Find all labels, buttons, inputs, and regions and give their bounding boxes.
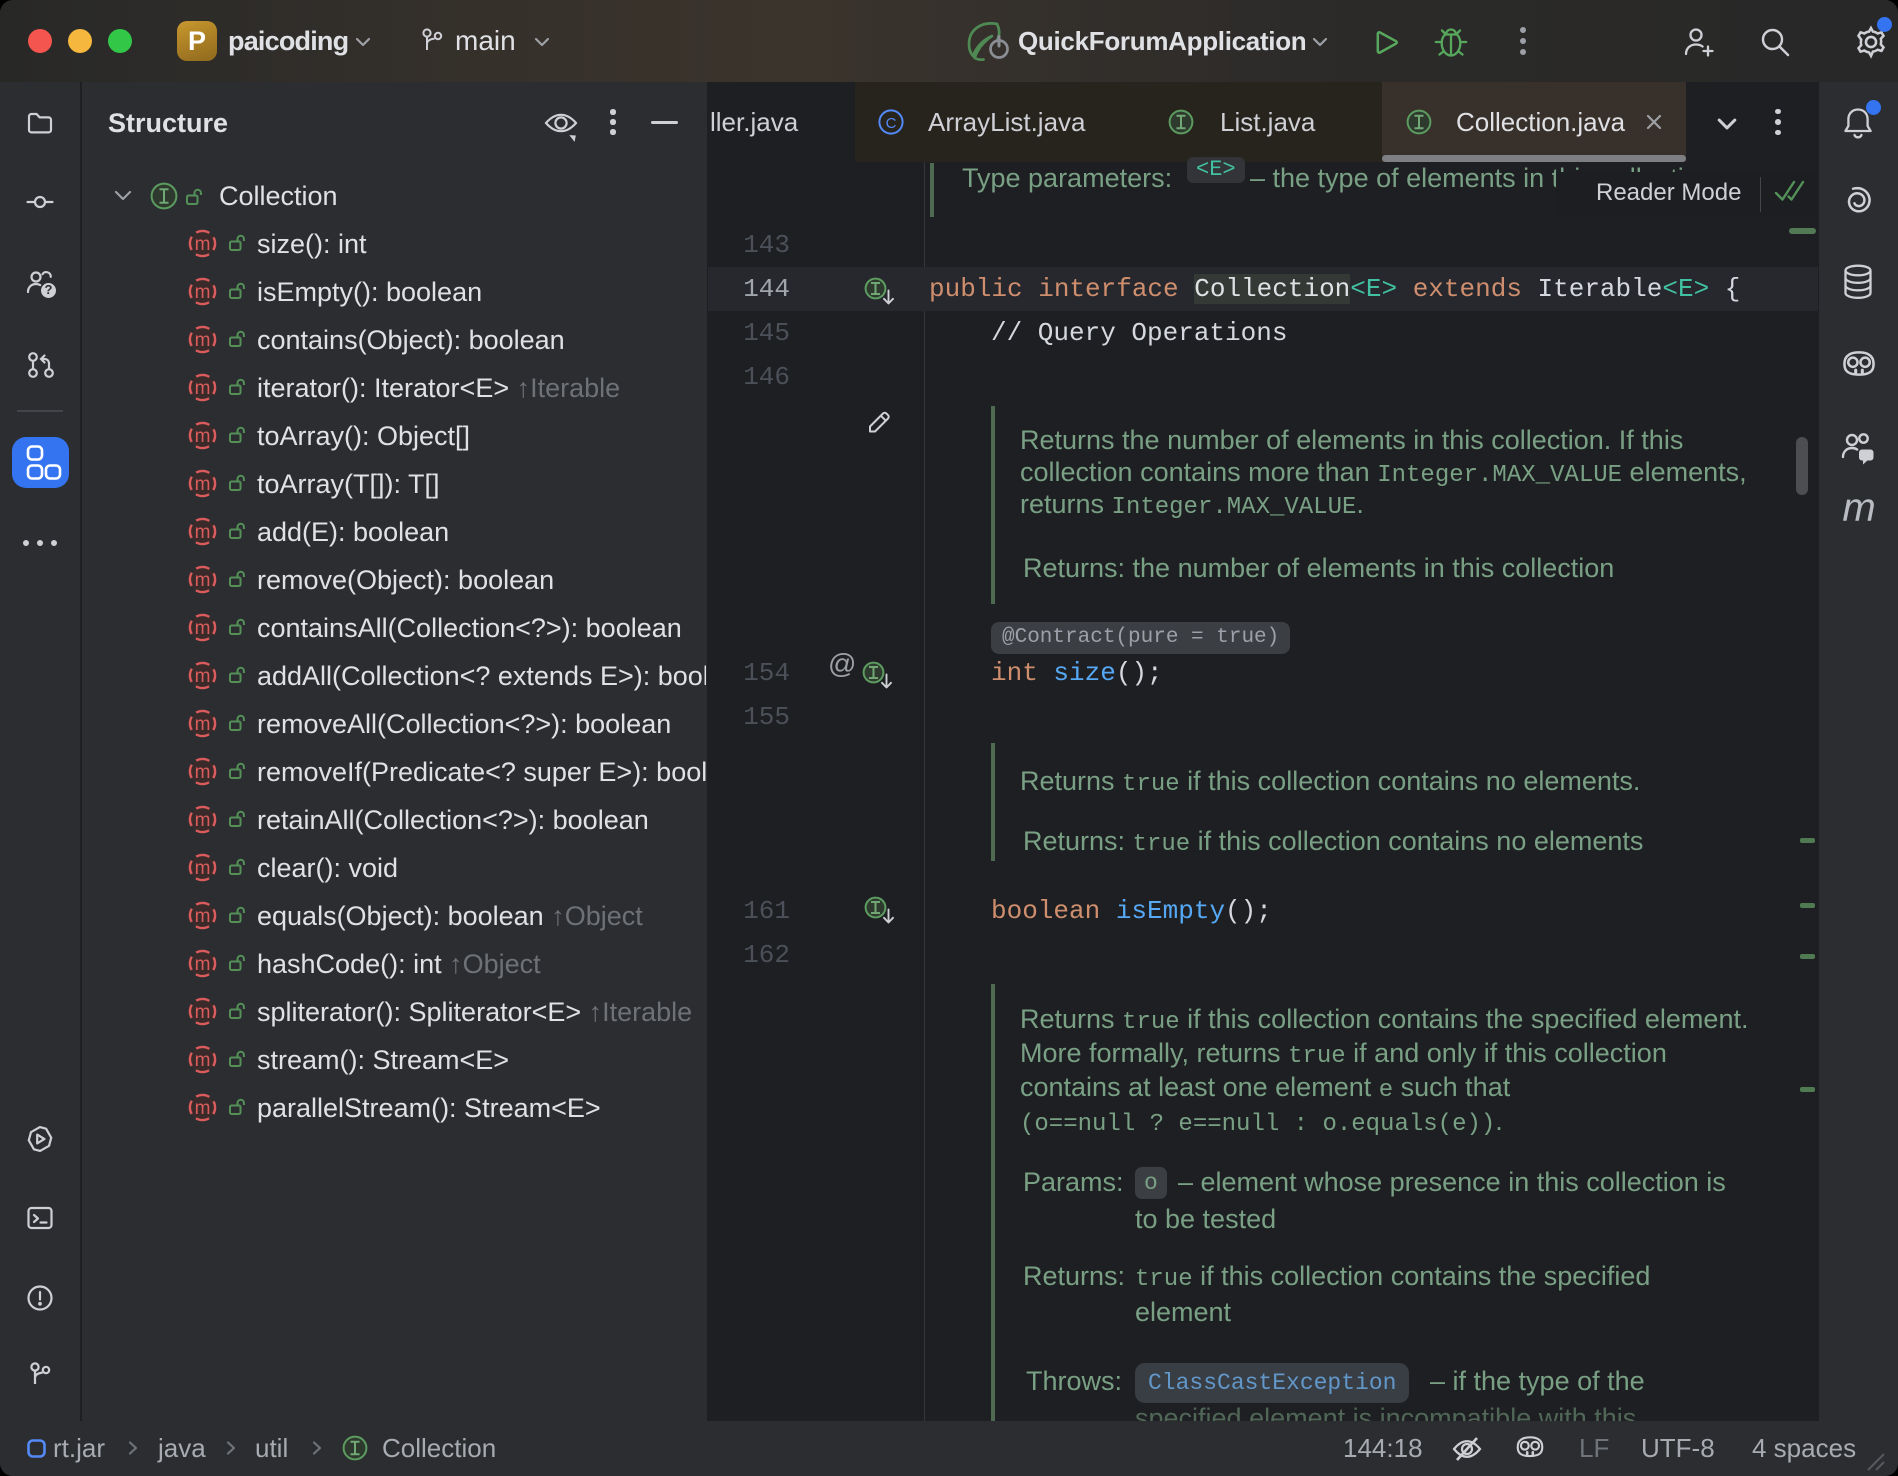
svg-text:m: m xyxy=(195,282,211,303)
svg-text:m: m xyxy=(195,522,211,543)
svg-text:C: C xyxy=(886,115,897,132)
svg-text:m: m xyxy=(195,714,211,735)
svg-text:m: m xyxy=(195,618,211,639)
svg-text:m: m xyxy=(195,378,211,399)
svg-text:m: m xyxy=(195,570,211,591)
svg-text:m: m xyxy=(195,666,211,687)
svg-text:m: m xyxy=(195,954,211,975)
svg-text:m: m xyxy=(195,906,211,927)
svg-text:m: m xyxy=(195,858,211,879)
svg-text:m: m xyxy=(195,330,211,351)
svg-text:m: m xyxy=(195,1050,211,1071)
svg-text:m: m xyxy=(195,474,211,495)
svg-text:m: m xyxy=(195,1002,211,1023)
svg-text:m: m xyxy=(195,234,211,255)
svg-text:m: m xyxy=(195,762,211,783)
svg-text:m: m xyxy=(195,810,211,831)
svg-text:m: m xyxy=(195,1098,211,1119)
svg-text:m: m xyxy=(195,426,211,447)
